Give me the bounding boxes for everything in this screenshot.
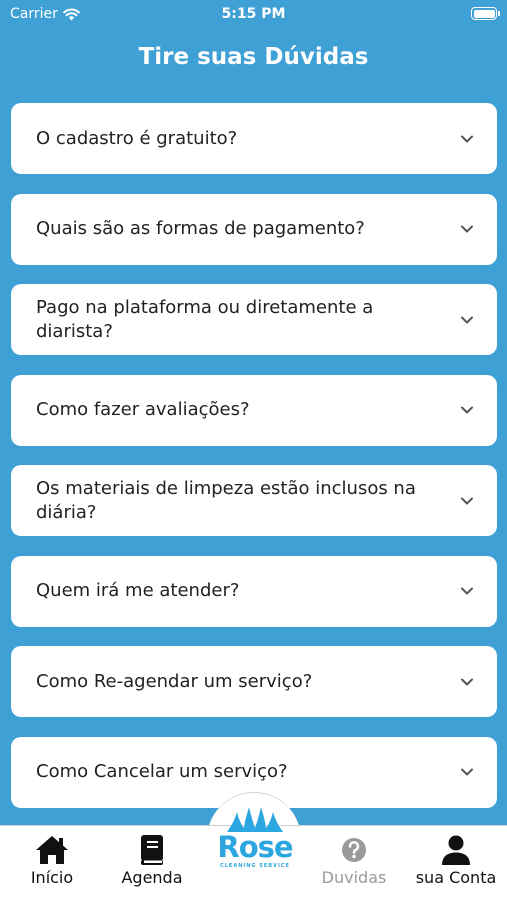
chevron-down-icon: [461, 225, 473, 233]
chevron-down-icon: [461, 135, 473, 142]
faq-item[interactable]: Os materiais de limpeza estão inclusos n…: [11, 465, 497, 536]
logo-brand: Rose: [217, 830, 293, 864]
chevron-down-icon: [461, 316, 473, 323]
faq-item[interactable]: Como fazer avaliações?: [11, 374, 497, 446]
user-icon: [442, 835, 470, 865]
tab-label: Início: [30, 868, 74, 887]
home-icon: [36, 836, 68, 864]
faq-question: Quais são as formas de pagamento?: [36, 218, 365, 239]
logo-tagline: CLEANING SERVICE: [220, 863, 290, 869]
faq-question: Pago na plataforma ou diretamente a diar…: [36, 296, 374, 342]
tab-agenda[interactable]: Agenda: [112, 834, 192, 887]
status-time: 5:15 PM: [221, 6, 286, 22]
faq-list: O cadastro é gratuito? Quais são as form…: [11, 103, 497, 827]
tab-duvidas[interactable]: Duvidas: [314, 834, 394, 887]
battery-icon: [471, 7, 500, 20]
faq-question: Quem irá me atender?: [36, 580, 240, 601]
chevron-down-icon: [461, 497, 473, 504]
tab-label: Duvidas: [321, 868, 387, 887]
status-bar: Carrier 5:15 PM: [0, 0, 507, 30]
chevron-down-icon: [461, 678, 473, 685]
tab-label: Agenda: [121, 868, 183, 887]
tab-sua-conta[interactable]: sua Conta: [412, 834, 500, 887]
chevron-down-icon: [461, 406, 473, 414]
faq-item[interactable]: Quais são as formas de pagamento?: [11, 193, 497, 265]
faq-item[interactable]: Pago na plataforma ou diretamente a diar…: [11, 284, 497, 355]
faq-item[interactable]: Quem irá me atender?: [11, 555, 497, 627]
faq-question: Os materiais de limpeza estão inclusos n…: [36, 477, 416, 523]
faq-question: Como fazer avaliações?: [36, 399, 250, 420]
splash-icon: [227, 807, 283, 832]
book-icon: [141, 835, 163, 865]
faq-question: O cadastro é gratuito?: [36, 127, 238, 149]
rose-logo-button[interactable]: Rose CLEANING SERVICE: [213, 806, 297, 886]
chevron-down-icon: [461, 587, 473, 595]
chevron-down-icon: [461, 768, 473, 776]
faq-item[interactable]: Como Re-agendar um serviço?: [11, 646, 497, 717]
faq-question: Como Cancelar um serviço?: [36, 761, 288, 782]
faq-item[interactable]: O cadastro é gratuito?: [11, 103, 497, 174]
faq-question: Como Re-agendar um serviço?: [36, 670, 313, 692]
tab-inicio[interactable]: Início: [12, 834, 92, 887]
page-title: Tire suas Dúvidas: [138, 44, 369, 70]
tab-label: sua Conta: [415, 868, 497, 887]
question-circle-icon: [342, 838, 366, 862]
